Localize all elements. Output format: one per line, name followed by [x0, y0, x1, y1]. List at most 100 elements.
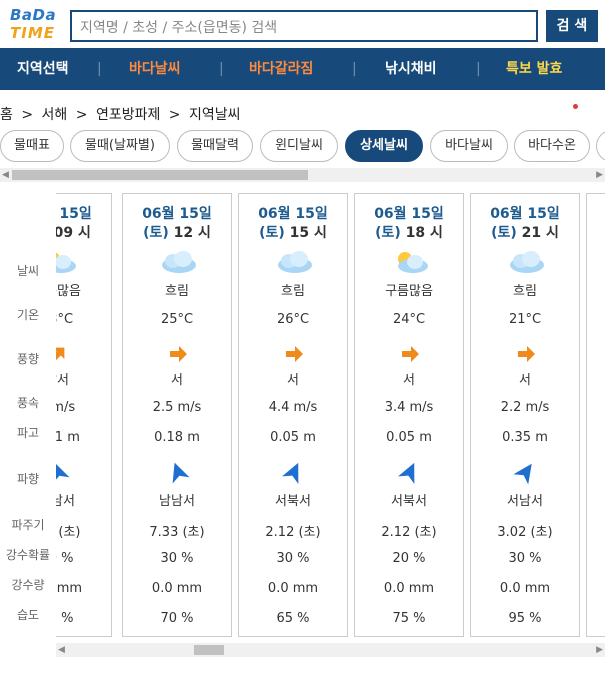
- humidity: 70 %: [160, 611, 194, 626]
- wind-speed: 2.2 m/s: [500, 400, 550, 415]
- temperature: 24°C: [392, 312, 426, 327]
- scroll-right-icon[interactable]: ▶: [596, 168, 603, 182]
- wind-arrow-icon: [168, 344, 188, 364]
- rain-probability: 20 %: [392, 551, 426, 566]
- wave-direction: 서북서: [391, 494, 427, 509]
- weather-text: 흐림: [513, 284, 537, 299]
- breadcrumb-west-sea[interactable]: 서해: [42, 107, 68, 123]
- wind-arrow-icon: [516, 344, 536, 364]
- wave-direction-icon: [509, 455, 542, 488]
- wave-height: 0.05 m: [386, 430, 432, 445]
- wave-height: 0.21 m: [56, 430, 80, 445]
- forecast-time: (토) 21 시: [471, 222, 579, 242]
- forecast-date: 06월 15일: [374, 206, 444, 222]
- tab-more[interactable]: [596, 130, 605, 162]
- forecast-date: 06월 15일: [56, 206, 92, 222]
- forecast-hour: 21 시: [521, 225, 559, 241]
- label-weather: 날씨: [16, 264, 40, 278]
- alert-dot-icon: [573, 104, 578, 109]
- weather-text: 흐림: [281, 284, 305, 299]
- search-input[interactable]: 지역명 / 초성 / 주소(읍면동) 검색: [70, 10, 538, 42]
- wind-direction: 서: [519, 373, 531, 388]
- nav-item-sea-parting[interactable]: 바다갈라짐: [249, 48, 313, 90]
- forecast-scroll-area[interactable]: 06월 15일(토) 09 시구름많음23°C남서3 m/s0.21 m남남서4…: [56, 190, 605, 640]
- forecast-date: 06월 15일: [490, 206, 560, 222]
- forecast-date: 06월 15일: [142, 206, 212, 222]
- wind-speed: 2.5 m/s: [152, 400, 202, 415]
- tab-windy-weather[interactable]: 윈디날씨: [260, 130, 338, 162]
- label-rain-amount: 강수량: [11, 578, 45, 592]
- rain-probability: 30 %: [508, 551, 542, 566]
- nav-item-special-alert[interactable]: 특보 발효: [506, 48, 562, 90]
- wave-height: 0.35 m: [502, 430, 548, 445]
- scroll-left-icon[interactable]: ◀: [58, 643, 65, 657]
- scrollbar-thumb[interactable]: [12, 170, 308, 180]
- humidity: 85 %: [56, 611, 74, 626]
- sub-tabs: 물때표 물때(날짜별) 물때달력 윈디날씨 상세날씨 바다날씨 바다수온: [0, 130, 605, 164]
- scrollbar-thumb[interactable]: [194, 645, 224, 655]
- tab-detailed-weather[interactable]: 상세날씨: [345, 130, 423, 162]
- scroll-right-icon[interactable]: ▶: [596, 643, 603, 657]
- nav-separator: |: [476, 61, 481, 77]
- rain-probability: 30 %: [160, 551, 194, 566]
- label-wave-height: 파고: [16, 426, 40, 440]
- cloud-icon: [507, 250, 547, 274]
- tab-tide-table[interactable]: 물때표: [0, 130, 64, 162]
- forecast-day: (토): [375, 225, 401, 241]
- forecast-card: 06월 15일 (토) 12 시 흐림 25°C 서 2.5 m/s 0.18 m 남남서 7.…: [122, 193, 232, 637]
- logo-line1: BaDa: [10, 6, 57, 24]
- forecast-day: (토): [143, 225, 169, 241]
- tab-tide-calendar[interactable]: 물때달력: [177, 130, 253, 162]
- tab-sea-temperature[interactable]: 바다수온: [514, 130, 590, 162]
- nav-item-sea-weather[interactable]: 바다날씨: [129, 48, 181, 90]
- wave-height: 0.18 m: [154, 430, 200, 445]
- nav-item-fishing-tackle[interactable]: 낚시채비: [385, 48, 437, 90]
- wave-period: 2.12 (초): [381, 525, 437, 540]
- partly-cloudy-icon: [56, 250, 79, 274]
- rain-probability: 30 %: [56, 551, 74, 566]
- cloud-icon: [159, 250, 199, 274]
- label-wave-direction: 파향: [16, 472, 40, 486]
- breadcrumb-separator: >: [75, 107, 88, 123]
- breadcrumb-home[interactable]: 홈: [0, 107, 13, 123]
- temperature: 21°C: [508, 312, 542, 327]
- forecast-hour: 12 시: [173, 225, 211, 241]
- temperature: 23°C: [56, 312, 74, 327]
- breadcrumb: 홈 > 서해 > 연포방파제 > 지역날씨: [0, 104, 245, 124]
- temperature: 25°C: [160, 312, 194, 327]
- tabs-scrollbar[interactable]: ◀ ▶: [0, 168, 605, 182]
- humidity: 75 %: [392, 611, 426, 626]
- humidity: 95 %: [508, 611, 542, 626]
- forecast-time: (토) 12 시: [123, 222, 231, 242]
- forecast-day: (토): [259, 225, 285, 241]
- header: BaDa TIME 지역명 / 초성 / 주소(읍면동) 검색 검 색: [0, 0, 605, 48]
- wind-direction: 서: [403, 373, 415, 388]
- weather-text: 구름많음: [56, 284, 81, 299]
- search-button[interactable]: 검 색: [546, 10, 598, 42]
- forecast-hour: 15 시: [289, 225, 327, 241]
- forecast-scrollbar[interactable]: ◀ ▶: [56, 643, 605, 657]
- scroll-left-icon[interactable]: ◀: [2, 168, 9, 182]
- tab-tide-by-date[interactable]: 물때(날짜별): [70, 130, 170, 162]
- label-wind-direction: 풍향: [16, 352, 40, 366]
- wind-direction: 서: [287, 373, 299, 388]
- wind-direction: 남서: [56, 373, 69, 388]
- nav-item-region-select[interactable]: 지역선택: [17, 48, 69, 90]
- wave-direction-icon: [278, 456, 310, 488]
- wave-direction: 남남서: [159, 494, 195, 509]
- label-wind-speed: 풍속: [16, 396, 40, 410]
- cloud-icon: [275, 250, 315, 274]
- tab-sea-weather[interactable]: 바다날씨: [430, 130, 508, 162]
- nav-separator: |: [219, 61, 224, 77]
- breadcrumb-location[interactable]: 연포방파제: [96, 107, 160, 123]
- humidity: 65 %: [276, 611, 310, 626]
- temperature: 26°C: [276, 312, 310, 327]
- wave-direction-icon: [163, 457, 194, 488]
- forecast-card: [586, 193, 605, 637]
- rain-amount: 0.0 mm: [151, 581, 203, 596]
- breadcrumb-separator: >: [168, 107, 181, 123]
- bada-time-logo[interactable]: BaDa TIME: [8, 6, 64, 42]
- rain-amount: 0.0 mm: [56, 581, 83, 596]
- partly-cloudy-icon: [391, 250, 431, 274]
- wave-direction-icon: [394, 456, 426, 488]
